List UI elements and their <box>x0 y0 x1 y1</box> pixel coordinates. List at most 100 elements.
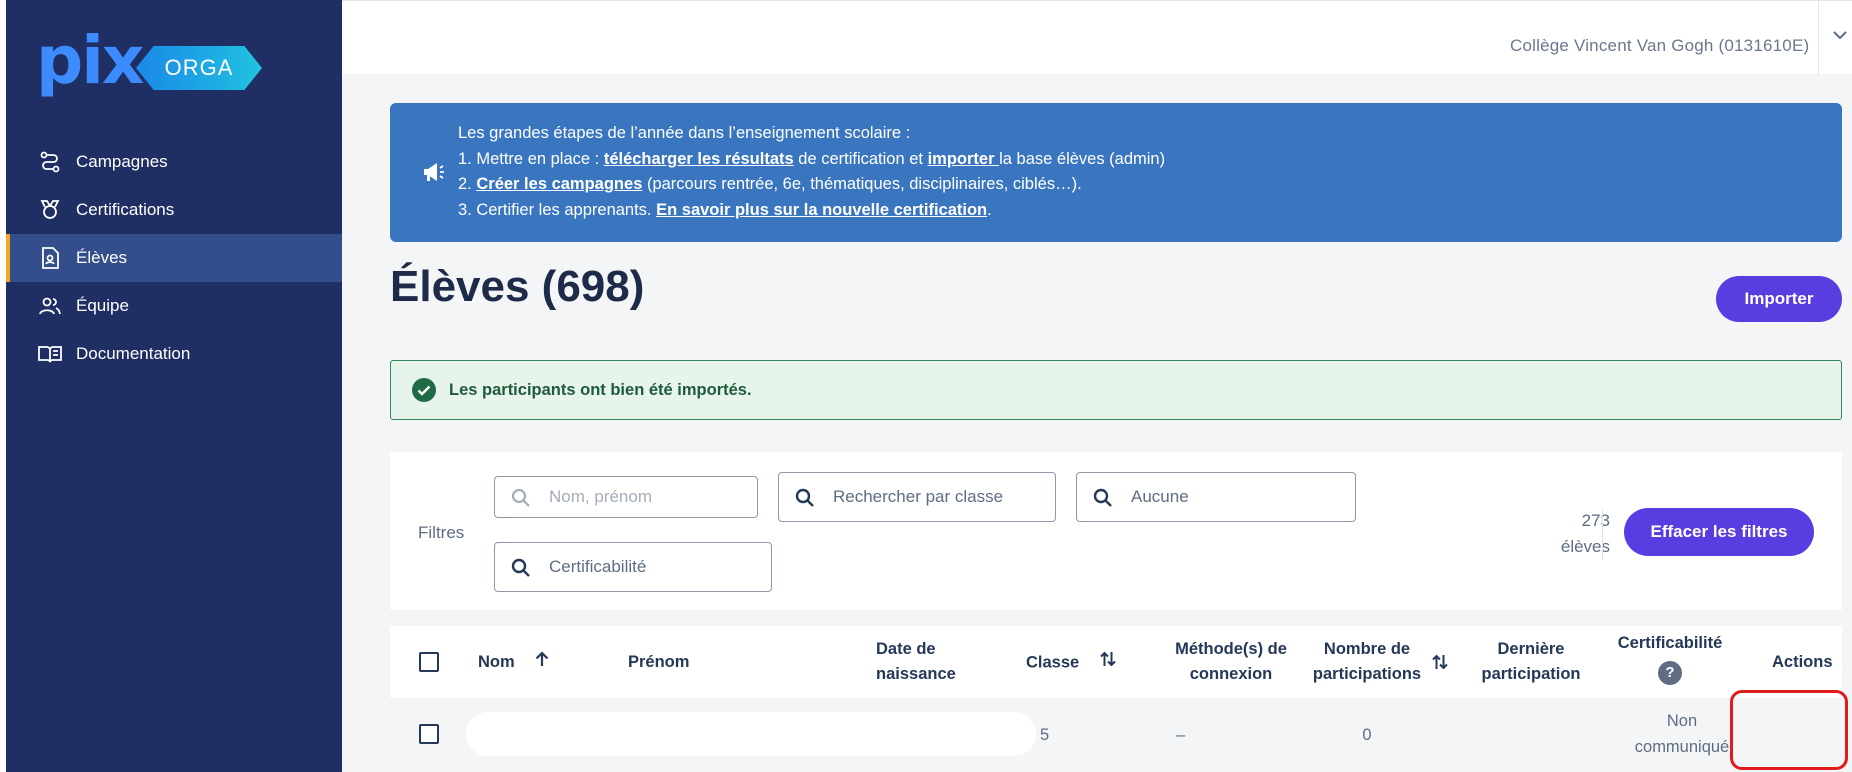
sidebar-item-eleves[interactable]: Élèves <box>6 234 342 282</box>
column-certif-label: Certificabilité <box>1617 634 1723 652</box>
import-button[interactable]: Importer <box>1716 276 1842 322</box>
create-campaigns-link[interactable]: Créer les campagnes <box>476 175 642 193</box>
column-derniere-line1: Dernière <box>1497 640 1565 658</box>
column-methode-line1: Méthode(s) de <box>1175 640 1287 658</box>
sidebar-item-label: Campagnes <box>76 152 168 171</box>
check-circle-icon <box>412 378 436 407</box>
campaign-icon <box>38 150 62 174</box>
column-nombre-participations: Nombre de participations <box>1302 637 1432 687</box>
column-prenom: Prénom <box>628 653 690 671</box>
banner-step-2: 2. Créer les campagnes (parcours rentrée… <box>458 172 1165 198</box>
sidebar-item-equipe[interactable]: Équipe <box>6 282 342 330</box>
search-icon <box>511 558 531 583</box>
book-icon <box>38 342 62 366</box>
filters-label: Filtres <box>418 523 465 542</box>
download-results-link[interactable]: télécharger les résultats <box>604 150 794 168</box>
logo-badge: ORGA <box>136 46 262 90</box>
header-divider <box>1818 1 1819 75</box>
name-search-input[interactable] <box>549 477 751 517</box>
column-derniere-participation: Dernière participation <box>1466 637 1596 687</box>
column-derniere-line2: participation <box>1481 665 1581 683</box>
certificability-filter[interactable] <box>494 542 772 592</box>
cell-methode: – <box>1176 726 1186 744</box>
sidebar: pix ORGA Campagnes Certifications Élèves <box>6 0 342 772</box>
banner-step-3-prefix: 3. Certifier les apprenants. <box>458 200 657 219</box>
sidebar-item-label: Certifications <box>76 200 175 219</box>
sidebar-item-label: Élèves <box>76 248 128 267</box>
page-title: Élèves (698) <box>390 262 645 311</box>
column-methode-line2: connexion <box>1189 665 1273 683</box>
highlight-annotation <box>1730 690 1848 770</box>
banner-step-3-suffix: . <box>987 200 992 219</box>
search-icon <box>795 488 815 513</box>
certification-icon <box>38 198 62 222</box>
sort-icon[interactable] <box>1432 653 1448 676</box>
banner-intro: Les grandes étapes de l’année dans l’ens… <box>458 124 911 142</box>
column-classe-label: Classe <box>1026 653 1080 672</box>
sidebar-item-documentation[interactable]: Documentation <box>6 330 342 378</box>
cell-certificabilite: Non communiqué <box>1622 708 1742 760</box>
banner-step-1-prefix: 1. Mettre en place : <box>458 149 604 168</box>
table-row[interactable]: 5 – 0 Non communiqué <box>390 698 1842 772</box>
sidebar-nav: Campagnes Certifications Élèves Équipe D… <box>6 138 342 378</box>
redacted-name <box>466 712 1036 756</box>
column-actions: Actions <box>1772 653 1833 671</box>
cell-classe: 5 <box>1040 726 1050 744</box>
info-banner: Les grandes étapes de l’année dans l’ens… <box>390 103 1842 242</box>
banner-step-1-suffix: la base élèves (admin) <box>999 149 1166 168</box>
arrow-up-icon[interactable] <box>535 650 549 675</box>
sort-icon[interactable] <box>1100 650 1116 676</box>
column-date-line2: naissance <box>876 665 956 683</box>
table-header: Nom Prénom Date de naissance Classe Méth… <box>390 626 1842 698</box>
column-certificabilite: Certificabilité ? <box>1610 631 1730 685</box>
logo-text: pix <box>36 22 144 99</box>
banner-step-1-middle: de certification et <box>793 149 928 168</box>
column-nom[interactable]: Nom <box>478 650 549 675</box>
student-count-number: 273 <box>1581 511 1610 530</box>
name-filter[interactable] <box>494 476 758 518</box>
column-date-naissance: Date de naissance <box>876 637 956 687</box>
banner-step-1: 1. Mettre en place : télécharger les rés… <box>458 147 1165 173</box>
success-message: Les participants ont bien été importés. <box>449 381 752 399</box>
student-count: 273 élèves <box>1520 508 1610 560</box>
organization-selector[interactable]: Collège Vincent Van Gogh (0131610E) <box>1510 36 1809 56</box>
banner-step-3: 3. Certifier les apprenants. En savoir p… <box>458 198 1165 224</box>
select-all-checkbox[interactable] <box>419 652 439 672</box>
sidebar-item-certifications[interactable]: Certifications <box>6 186 342 234</box>
learn-more-link[interactable]: En savoir plus sur la nouvelle certifica… <box>656 201 987 219</box>
megaphone-icon <box>422 161 446 188</box>
class-search-input[interactable] <box>833 473 1049 521</box>
banner-step-2-suffix: (parcours rentrée, 6e, thématiques, disc… <box>642 175 1082 193</box>
certificability-input[interactable] <box>549 543 765 591</box>
sidebar-item-label: Documentation <box>76 344 191 363</box>
sidebar-item-campagnes[interactable]: Campagnes <box>6 138 342 186</box>
cell-certif-line2: communiqué <box>1634 738 1730 756</box>
filters-panel: Filtres 273 élèves Effacer les filtres <box>390 452 1842 610</box>
column-date-line1: Date de <box>876 640 936 658</box>
search-icon <box>511 488 531 513</box>
pix-orga-logo[interactable]: pix ORGA <box>36 22 262 106</box>
team-icon <box>38 294 62 318</box>
connection-filter[interactable] <box>1076 472 1356 522</box>
chevron-down-icon[interactable] <box>1832 28 1848 46</box>
column-nombre-line1: Nombre de <box>1323 640 1411 658</box>
clear-filters-button[interactable]: Effacer les filtres <box>1624 508 1814 556</box>
search-icon <box>1093 488 1113 513</box>
connection-method-input[interactable] <box>1131 473 1349 521</box>
column-methode-connexion: Méthode(s) de connexion <box>1170 637 1292 687</box>
count-divider <box>1602 510 1603 560</box>
students-icon <box>38 246 62 270</box>
column-classe[interactable]: Classe <box>1026 650 1116 676</box>
column-nom-label: Nom <box>478 653 515 671</box>
sidebar-item-label: Équipe <box>76 296 129 315</box>
class-filter[interactable] <box>778 472 1056 522</box>
row-checkbox[interactable] <box>419 724 439 744</box>
student-count-unit: élèves <box>1560 537 1610 556</box>
cell-certif-line1: Non <box>1666 712 1698 730</box>
help-icon[interactable]: ? <box>1658 661 1682 685</box>
column-nombre-line2: participations <box>1312 665 1422 683</box>
success-alert: Les participants ont bien été importés. <box>390 360 1842 420</box>
banner-step-2-prefix: 2. <box>458 175 477 193</box>
banner-text: Les grandes étapes de l’année dans l’ens… <box>458 121 1165 223</box>
import-link[interactable]: importer <box>928 150 1000 168</box>
